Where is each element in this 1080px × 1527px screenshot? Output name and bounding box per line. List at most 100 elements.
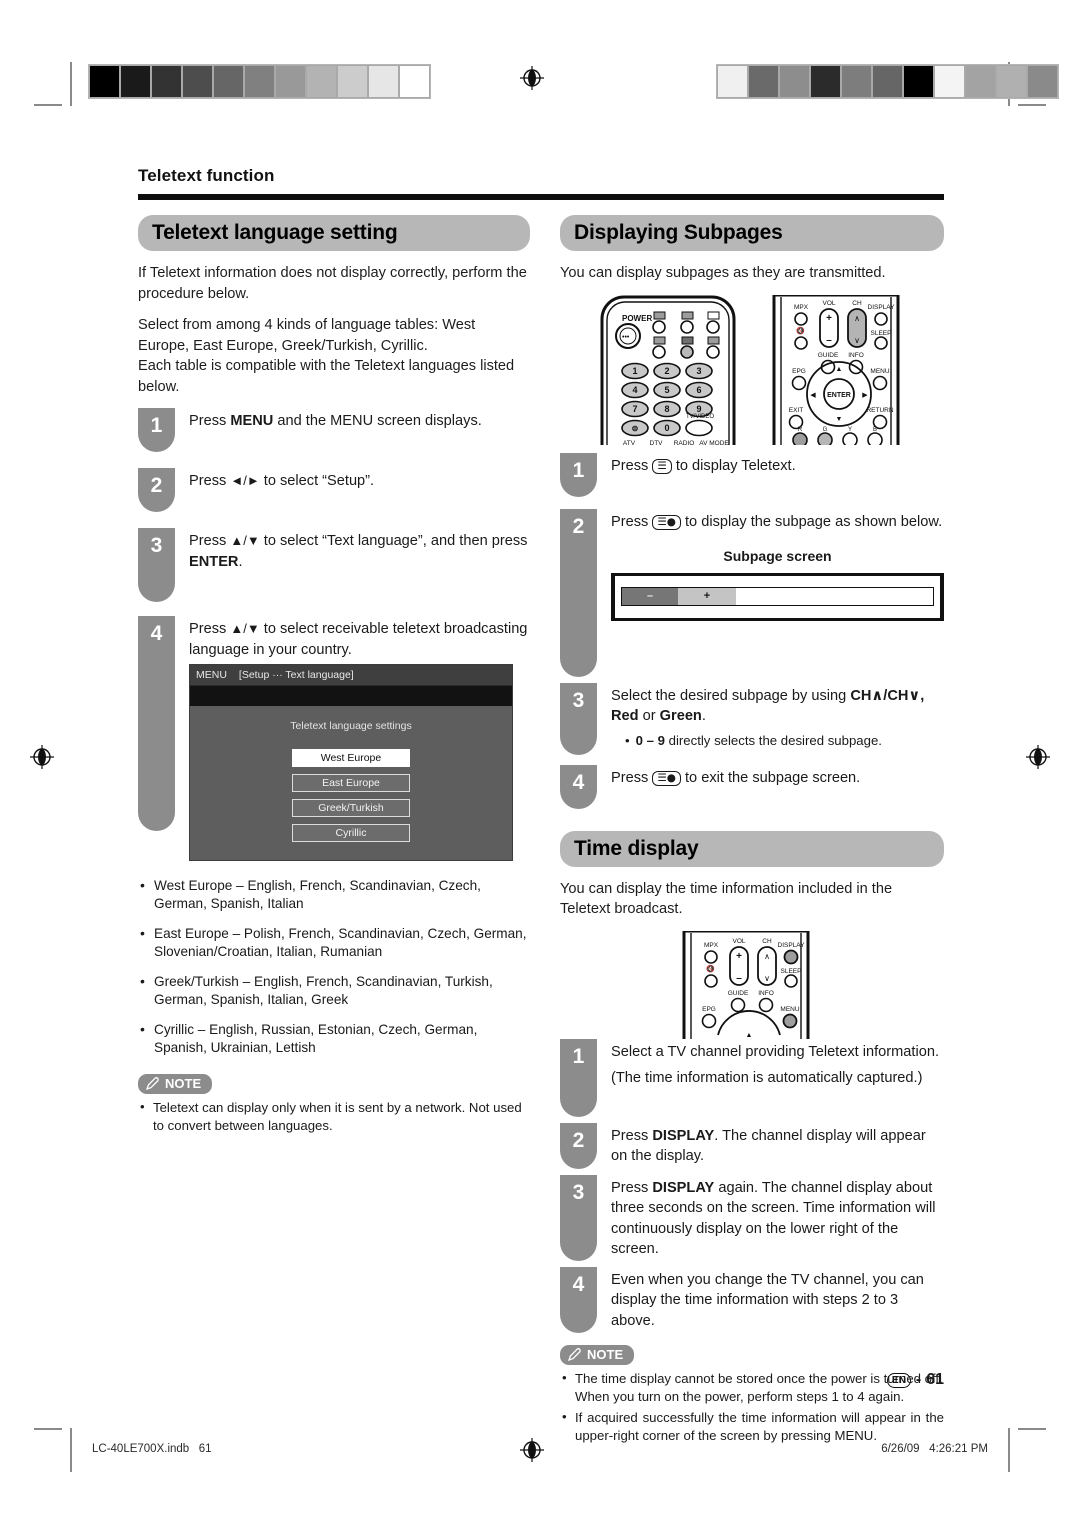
osd-option-cyrillic[interactable]: Cyrillic — [292, 823, 410, 842]
calibration-swatch — [151, 65, 182, 98]
svg-text:1: 1 — [632, 366, 637, 376]
calibration-swatch — [337, 65, 368, 98]
svg-text:SLEEP: SLEEP — [871, 330, 892, 337]
pencil-icon — [146, 1077, 160, 1090]
svg-text:INFO: INFO — [848, 352, 864, 359]
step-text-post: . — [238, 553, 243, 570]
calibration-swatch — [903, 65, 934, 98]
step-sub-bullet: 0 – 9 directly selects the desired subpa… — [625, 732, 944, 750]
step-text-mid: or — [638, 708, 660, 724]
crop-line-left-upper — [34, 104, 62, 106]
step-text-bold: DISPLAY — [652, 1127, 715, 1144]
heading-teletext-language-setting: Teletext language setting — [138, 215, 530, 251]
osd-option-west-europe[interactable]: West Europe — [292, 748, 410, 767]
svg-text:R: R — [798, 427, 803, 433]
step-text: Press ☰ to display Teletext. — [611, 453, 944, 477]
list-item: West Europe – English, French, Scandinav… — [138, 876, 530, 914]
note-label: NOTE — [587, 1346, 624, 1362]
step-item: 2 Press ◄/► to select “Setup”. — [138, 468, 530, 512]
calibration-swatch — [810, 65, 841, 98]
svg-text:VOL: VOL — [732, 938, 745, 945]
step-text-pre: Press — [189, 621, 231, 637]
step-text: Press ☰● to exit the subpage screen. — [611, 765, 944, 789]
step-text: Press DISPLAY again. The channel display… — [611, 1175, 944, 1260]
calibration-swatch — [872, 65, 903, 98]
svg-text:+: + — [826, 313, 832, 324]
print-file-name: LC-40LE700X.indb — [92, 1443, 190, 1455]
note-badge: NOTE — [560, 1344, 635, 1365]
calibration-swatch — [779, 65, 810, 98]
page-number-value: 61 — [926, 1371, 944, 1388]
calibration-swatch — [182, 65, 213, 98]
registration-mark-right-middle — [1026, 745, 1050, 769]
step-text: Press ◄/► to select “Setup”. — [189, 468, 530, 492]
svg-text:ATV: ATV — [623, 440, 636, 445]
svg-text:🔇: 🔇 — [796, 326, 805, 335]
svg-text:CH: CH — [852, 300, 862, 307]
step-number-badge: 2 — [560, 508, 597, 677]
step-text-post: to display Teletext. — [671, 457, 796, 474]
subpage-plus-cell[interactable]: + — [678, 588, 736, 605]
teletext-icon: ☰ — [652, 458, 672, 474]
svg-text:8: 8 — [664, 404, 669, 414]
intro-paragraph-2: Select from among 4 kinds of language ta… — [138, 317, 476, 354]
print-timestamp-time: 4:26:21 PM — [929, 1443, 988, 1455]
step-number-badge: 1 — [138, 408, 175, 452]
calibration-swatch — [368, 65, 399, 98]
osd-option-east-europe[interactable]: East Europe — [292, 773, 410, 792]
svg-text:MENU: MENU — [780, 1006, 799, 1013]
calibration-swatch — [1027, 65, 1058, 98]
svg-text:6: 6 — [696, 385, 701, 395]
step-text: Press MENU and the MENU screen displays. — [189, 408, 530, 432]
step-item: 4 Press ▲/▼ to select receivable teletex… — [138, 616, 530, 873]
calibration-swatch — [748, 65, 779, 98]
step-text-line: Press ▲/▼ to select receivable teletext … — [189, 619, 530, 660]
step-item: 2 Press DISPLAY. The channel display wil… — [560, 1122, 944, 1169]
step-text: Press ▲/▼ to select “Text language”, and… — [189, 528, 530, 572]
svg-text:▲: ▲ — [836, 366, 843, 373]
sub-bullet-rest: directly selects the desired subpage. — [664, 732, 882, 748]
step-text: Select a TV channel providing Teletext i… — [611, 1039, 944, 1089]
remote-control-left-half: POWER ••• 1 2 3 4 5 6 7 8 9 ⊜ 0 TV/VIDEO… — [594, 295, 742, 470]
note-badge: NOTE — [138, 1073, 213, 1094]
step-text-line: Select the desired subpage by using CH∧/… — [611, 686, 944, 727]
up-down-arrows-icon: ▲/▼ — [230, 621, 260, 636]
page-kicker: Teletext function — [138, 166, 275, 185]
subpage-icon: ☰● — [652, 514, 681, 530]
intro-paragraph-3: Each table is compatible with the Telete… — [138, 358, 515, 395]
time-display-steps-list: 1 Select a TV channel providing Teletext… — [560, 1038, 944, 1333]
svg-text:3: 3 — [696, 366, 701, 376]
kicker-rule — [138, 194, 944, 200]
step-text-post: to display the subpage as shown below. — [680, 513, 943, 530]
svg-text:4: 4 — [632, 385, 637, 395]
step-item: 4 Press ☰● to exit the subpage screen. — [560, 764, 944, 809]
manual-page: Teletext function Teletext language sett… — [0, 0, 1080, 1527]
print-timestamp-date: 6/26/09 — [881, 1443, 920, 1455]
calibration-swatch — [934, 65, 965, 98]
remote-control-illustrations: POWER ••• 1 2 3 4 5 6 7 8 9 ⊜ 0 TV/VIDEO… — [560, 293, 944, 470]
step-text-bold2: Green — [659, 708, 702, 724]
grayscale-calibration-strip-right — [716, 64, 1059, 99]
svg-text:MPX: MPX — [794, 304, 809, 311]
calibration-swatch — [965, 65, 996, 98]
step-item: 2 Press ☰● to display the subpage as sho… — [560, 508, 944, 677]
step-number-badge: 2 — [138, 468, 175, 512]
step-text: Press DISPLAY. The channel display will … — [611, 1123, 944, 1167]
subpage-minus-cell[interactable]: – — [622, 588, 678, 605]
step-text-pre: Press — [611, 1179, 653, 1196]
svg-text:MPX: MPX — [704, 942, 719, 949]
sub-bullet-bold: 0 – 9 — [635, 732, 665, 748]
svg-text:POWER: POWER — [622, 314, 652, 323]
svg-text:⊜: ⊜ — [632, 424, 639, 433]
osd-menu-screenshot: MENU [Setup ··· Text language] Teletext … — [189, 664, 513, 861]
subpage-screen-title: Subpage screen — [723, 548, 832, 564]
left-column: Teletext language setting If Teletext in… — [138, 215, 530, 1138]
step-number-badge: 4 — [138, 616, 175, 831]
step-text-pre: Press — [611, 457, 653, 474]
registration-mark-left-middle — [30, 745, 54, 769]
osd-caption: Teletext language settings — [290, 720, 412, 732]
step-item: 3 Press ▲/▼ to select “Text language”, a… — [138, 528, 530, 602]
svg-text:◀: ◀ — [810, 392, 816, 399]
osd-option-greek-turkish[interactable]: Greek/Turkish — [292, 798, 410, 817]
left-steps-list: 1 Press MENU and the MENU screen display… — [138, 408, 530, 873]
